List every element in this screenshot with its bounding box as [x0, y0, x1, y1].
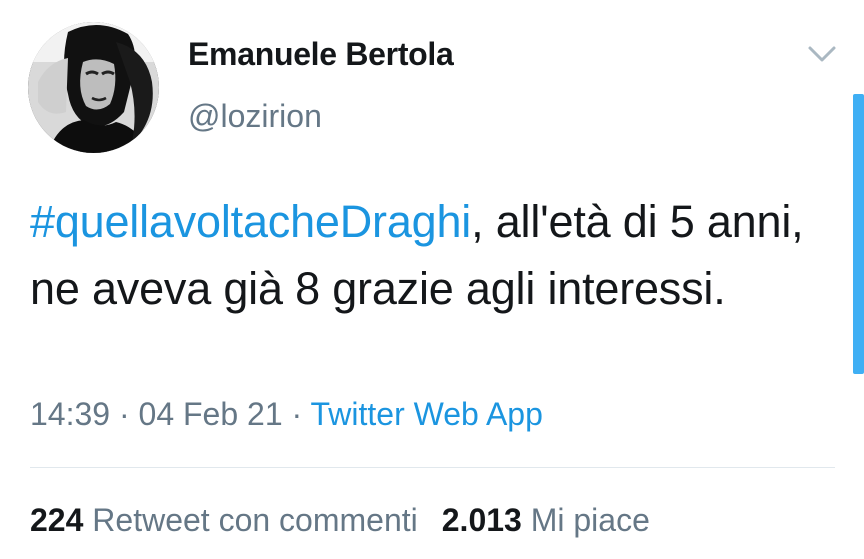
likes-count: 2.013 [441, 502, 522, 538]
retweets-label: Retweet con commenti [92, 502, 418, 538]
meta-separator: · [291, 396, 303, 432]
meta-separator: · [118, 396, 130, 432]
likes-stat[interactable]: 2.013 Mi piace [442, 502, 650, 538]
tweet-source-link[interactable]: Twitter Web App [310, 396, 542, 432]
tweet-date: 04 Feb 21 [138, 396, 283, 432]
hashtag-link[interactable]: #quellavoltacheDraghi [30, 196, 471, 247]
avatar[interactable] [28, 22, 159, 153]
author-handle[interactable]: @lozirion [188, 98, 322, 135]
scrollbar[interactable] [853, 94, 864, 374]
tweet-time: 14:39 [30, 396, 111, 432]
tweet-stats: 224 Retweet con commenti 2.013 Mi piace [30, 502, 650, 539]
divider [30, 467, 835, 468]
retweets-count: 224 [30, 502, 84, 538]
tweet-detail: Emanuele Bertola @lozirion #quellavoltac… [0, 0, 864, 559]
chevron-down-icon[interactable] [806, 42, 838, 66]
likes-label: Mi piace [530, 502, 650, 538]
retweets-stat[interactable]: 224 Retweet con commenti [30, 502, 418, 538]
avatar-image [28, 22, 159, 153]
tweet-text: #quellavoltacheDraghi, all'età di 5 anni… [30, 188, 830, 322]
author-display-name[interactable]: Emanuele Bertola [188, 36, 454, 73]
tweet-meta: 14:39 · 04 Feb 21 · Twitter Web App [30, 396, 543, 433]
